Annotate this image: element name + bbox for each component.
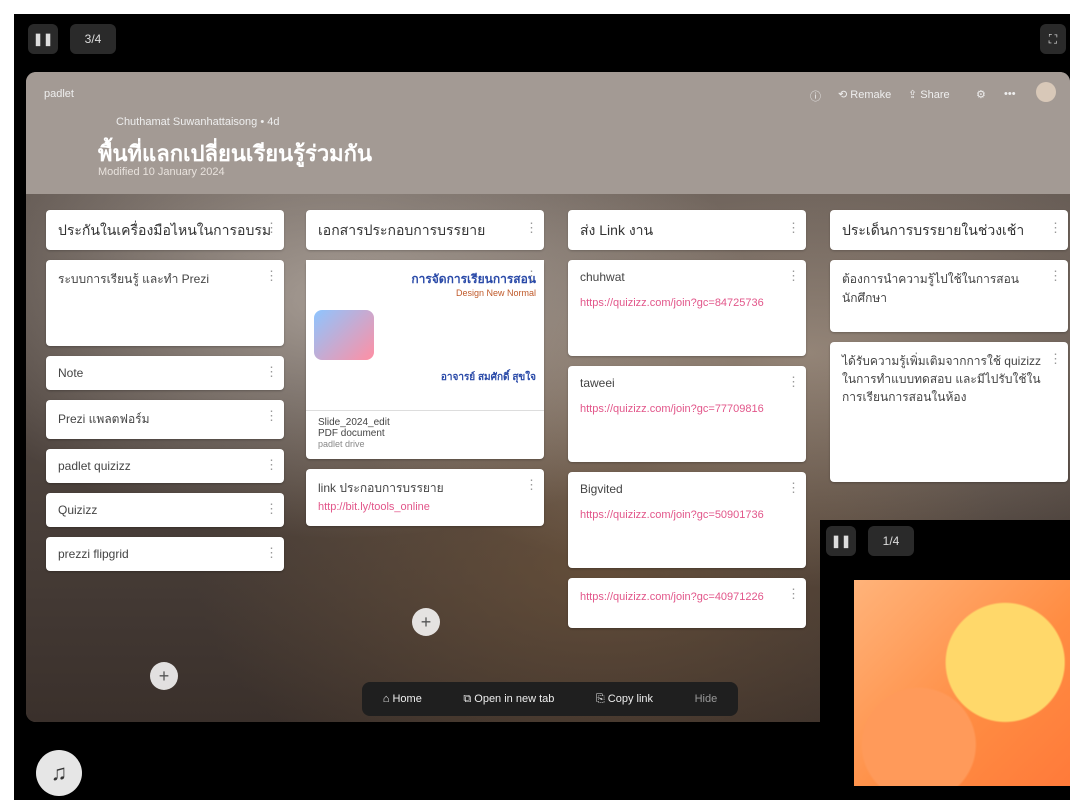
column-2: เอกสารประกอบการบรรยาย ⋮ การจัดการเรียนกา…: [306, 210, 544, 526]
pause-icon: ❚❚: [32, 32, 54, 46]
slide-preview[interactable]: [854, 580, 1070, 786]
column-heading[interactable]: เอกสารประกอบการบรรยาย ⋮: [306, 210, 544, 250]
more-icon[interactable]: ⋮: [787, 480, 800, 496]
post-card[interactable]: prezzi flipgrid ⋮: [46, 537, 284, 571]
add-post-button[interactable]: +: [412, 608, 440, 636]
fullscreen-button[interactable]: ⛶: [1040, 24, 1066, 54]
more-icon[interactable]: ⋮: [265, 545, 278, 561]
padlet-logo: padlet: [44, 88, 74, 100]
post-card[interactable]: Bigvited https://quizizz.com/join?gc=509…: [568, 472, 806, 568]
post-card[interactable]: ได้รับความรู้เพิ่มเติมจากการใช้ quizizz …: [830, 342, 1068, 482]
more-icon[interactable]: ⋮: [525, 268, 538, 284]
column-heading[interactable]: ประกันในเครื่องมือไหนในการอบรม ⋮: [46, 210, 284, 250]
more-icon[interactable]: ⋮: [787, 586, 800, 602]
post-card[interactable]: ระบบการเรียนรู้ และทำ Prezi ⋮: [46, 260, 284, 346]
pause-button[interactable]: ❚❚: [28, 24, 58, 54]
open-new-tab-button[interactable]: ⧉ Open in new tab: [463, 693, 554, 706]
pip-pause-button[interactable]: ❚❚: [826, 526, 856, 556]
post-card[interactable]: link ประกอบการบรรยาย http://bit.ly/tools…: [306, 469, 544, 526]
post-link[interactable]: http://bit.ly/tools_online: [318, 498, 532, 516]
column-1: ประกันในเครื่องมือไหนในการอบรม ⋮ ระบบการ…: [46, 210, 284, 571]
more-icon[interactable]: ⋮: [787, 268, 800, 284]
post-card[interactable]: taweei https://quizizz.com/join?gc=77709…: [568, 366, 806, 462]
board-byline: Chuthamat Suwanhattaisong • 4d: [116, 116, 280, 128]
post-link[interactable]: https://quizizz.com/join?gc=50901736: [580, 506, 794, 524]
avatar[interactable]: [1036, 82, 1056, 102]
more-icon[interactable]: ⋮: [1049, 268, 1062, 284]
remake-button[interactable]: ⟲ Remake: [838, 88, 891, 101]
post-card[interactable]: Prezi แพลตฟอร์ม ⋮: [46, 400, 284, 439]
column-heading[interactable]: ประเด็นการบรรยายในช่วงเช้า ⋮: [830, 210, 1068, 250]
pip-window[interactable]: ❚❚ 1/4: [820, 520, 1070, 800]
document-thumbnail: การจัดการเรียนการสอน Design New Normal อ…: [306, 260, 544, 411]
more-icon[interactable]: ⋮: [265, 457, 278, 473]
add-post-button[interactable]: +: [150, 662, 178, 690]
more-icon[interactable]: ⋮: [525, 477, 538, 493]
more-icon[interactable]: ⋮: [265, 364, 278, 380]
more-icon[interactable]: ⋮: [787, 374, 800, 390]
more-icon[interactable]: ⋮: [265, 501, 278, 517]
hide-button[interactable]: Hide: [695, 693, 718, 705]
post-link[interactable]: https://quizizz.com/join?gc=77709816: [580, 400, 794, 418]
more-icon[interactable]: •••: [1004, 88, 1016, 100]
pip-page-indicator: 1/4: [868, 526, 914, 556]
more-icon[interactable]: ⋮: [525, 218, 538, 238]
column-4: ประเด็นการบรรยายในช่วงเช้า ⋮ ต้องการนำคว…: [830, 210, 1068, 482]
fullscreen-icon: ⛶: [1048, 31, 1058, 46]
more-icon[interactable]: ⋮: [265, 268, 278, 284]
attachment-card[interactable]: การจัดการเรียนการสอน Design New Normal อ…: [306, 260, 544, 459]
column-3: ส่ง Link งาน ⋮ chuhwat https://quizizz.c…: [568, 210, 806, 628]
post-card[interactable]: https://quizizz.com/join?gc=40971226 ⋮: [568, 578, 806, 628]
more-icon[interactable]: ⋮: [1049, 350, 1062, 368]
settings-icon[interactable]: ⚙: [976, 88, 986, 101]
share-button[interactable]: ⇪ Share: [908, 88, 950, 101]
copy-link-button[interactable]: ⎘ Copy link: [596, 693, 653, 706]
post-card[interactable]: chuhwat https://quizizz.com/join?gc=8472…: [568, 260, 806, 356]
board-subtitle: Modified 10 January 2024: [98, 166, 225, 178]
home-button[interactable]: ⌂ Home: [383, 693, 422, 705]
page-indicator: 3/4: [70, 24, 116, 54]
pause-icon: ❚❚: [830, 534, 852, 548]
post-card[interactable]: padlet quizizz ⋮: [46, 449, 284, 483]
post-link[interactable]: https://quizizz.com/join?gc=40971226: [580, 588, 794, 606]
music-button[interactable]: ♫: [36, 750, 82, 796]
illustration-icon: [314, 310, 374, 360]
more-icon[interactable]: ⋮: [265, 408, 278, 424]
info-icon[interactable]: ⓘ: [810, 88, 821, 104]
presentation-toolbar: ⌂ Home ⧉ Open in new tab ⎘ Copy link Hid…: [362, 682, 738, 716]
music-icon: ♫: [50, 760, 68, 785]
more-icon[interactable]: ⋮: [265, 218, 278, 238]
post-card[interactable]: ต้องการนำความรู้ไปใช้ในการสอนนักศึกษา ⋮: [830, 260, 1068, 332]
post-card[interactable]: Quizizz ⋮: [46, 493, 284, 527]
column-heading[interactable]: ส่ง Link งาน ⋮: [568, 210, 806, 250]
more-icon[interactable]: ⋮: [787, 218, 800, 238]
more-icon[interactable]: ⋮: [1049, 218, 1062, 238]
post-link[interactable]: https://quizizz.com/join?gc=84725736: [580, 294, 794, 312]
post-card[interactable]: Note ⋮: [46, 356, 284, 390]
